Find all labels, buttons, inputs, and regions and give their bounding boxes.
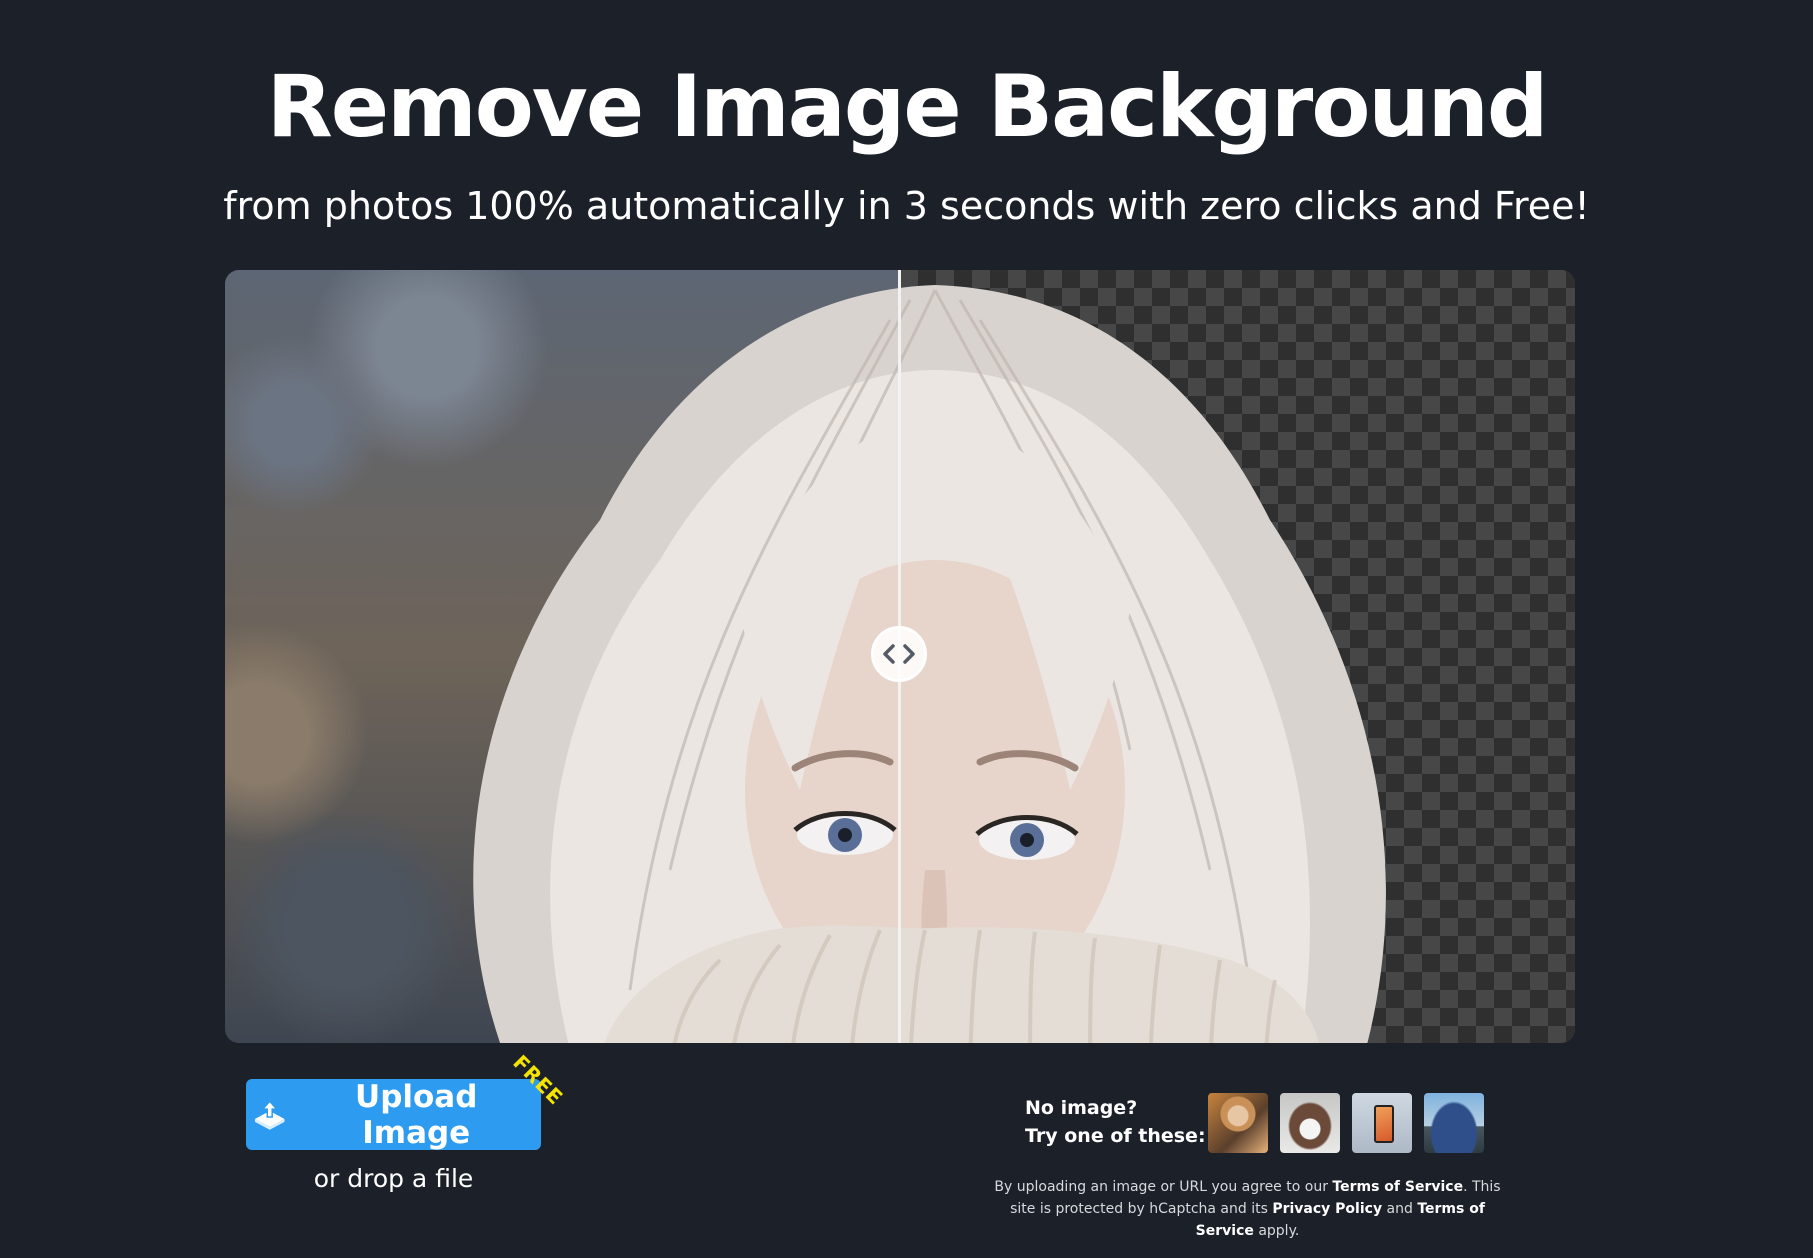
terms-of-service-link[interactable]: Terms of Service (1332, 1179, 1463, 1195)
comparison-slider-handle[interactable] (871, 626, 927, 682)
page: Remove Image Background from photos 100%… (0, 0, 1813, 1258)
privacy-policy-link[interactable]: Privacy Policy (1272, 1201, 1382, 1217)
legal-text-1: By uploading an image or URL you agree t… (994, 1179, 1333, 1195)
upload-icon (254, 1099, 285, 1130)
sample-images-prompt: No image? Try one of these: (1025, 1094, 1206, 1150)
before-after-comparison[interactable] (225, 270, 1575, 1043)
transparent-background-half (900, 270, 1575, 1043)
legal-text-4: apply. (1253, 1223, 1300, 1239)
sample-thumbnail-dog[interactable] (1280, 1093, 1340, 1153)
page-title: Remove Image Background (266, 57, 1549, 157)
upload-image-button[interactable]: Upload Image (246, 1078, 541, 1151)
original-photo-half (225, 270, 900, 1043)
sample-prompt-line2: Try one of these: (1025, 1125, 1206, 1147)
sample-thumbnail-car[interactable] (1424, 1093, 1484, 1153)
sample-thumbnail-person[interactable] (1208, 1093, 1268, 1153)
page-subtitle: from photos 100% automatically in 3 seco… (223, 184, 1590, 228)
sample-thumbnails (1208, 1093, 1484, 1153)
sample-thumbnail-phone[interactable] (1352, 1093, 1412, 1153)
sample-prompt-line1: No image? (1025, 1097, 1138, 1119)
compare-arrows-icon (883, 644, 915, 664)
legal-notice: By uploading an image or URL you agree t… (980, 1176, 1515, 1242)
legal-text-3: and (1382, 1201, 1418, 1217)
upload-button-label: Upload Image (355, 1078, 478, 1151)
drop-file-hint: or drop a file (313, 1164, 474, 1193)
